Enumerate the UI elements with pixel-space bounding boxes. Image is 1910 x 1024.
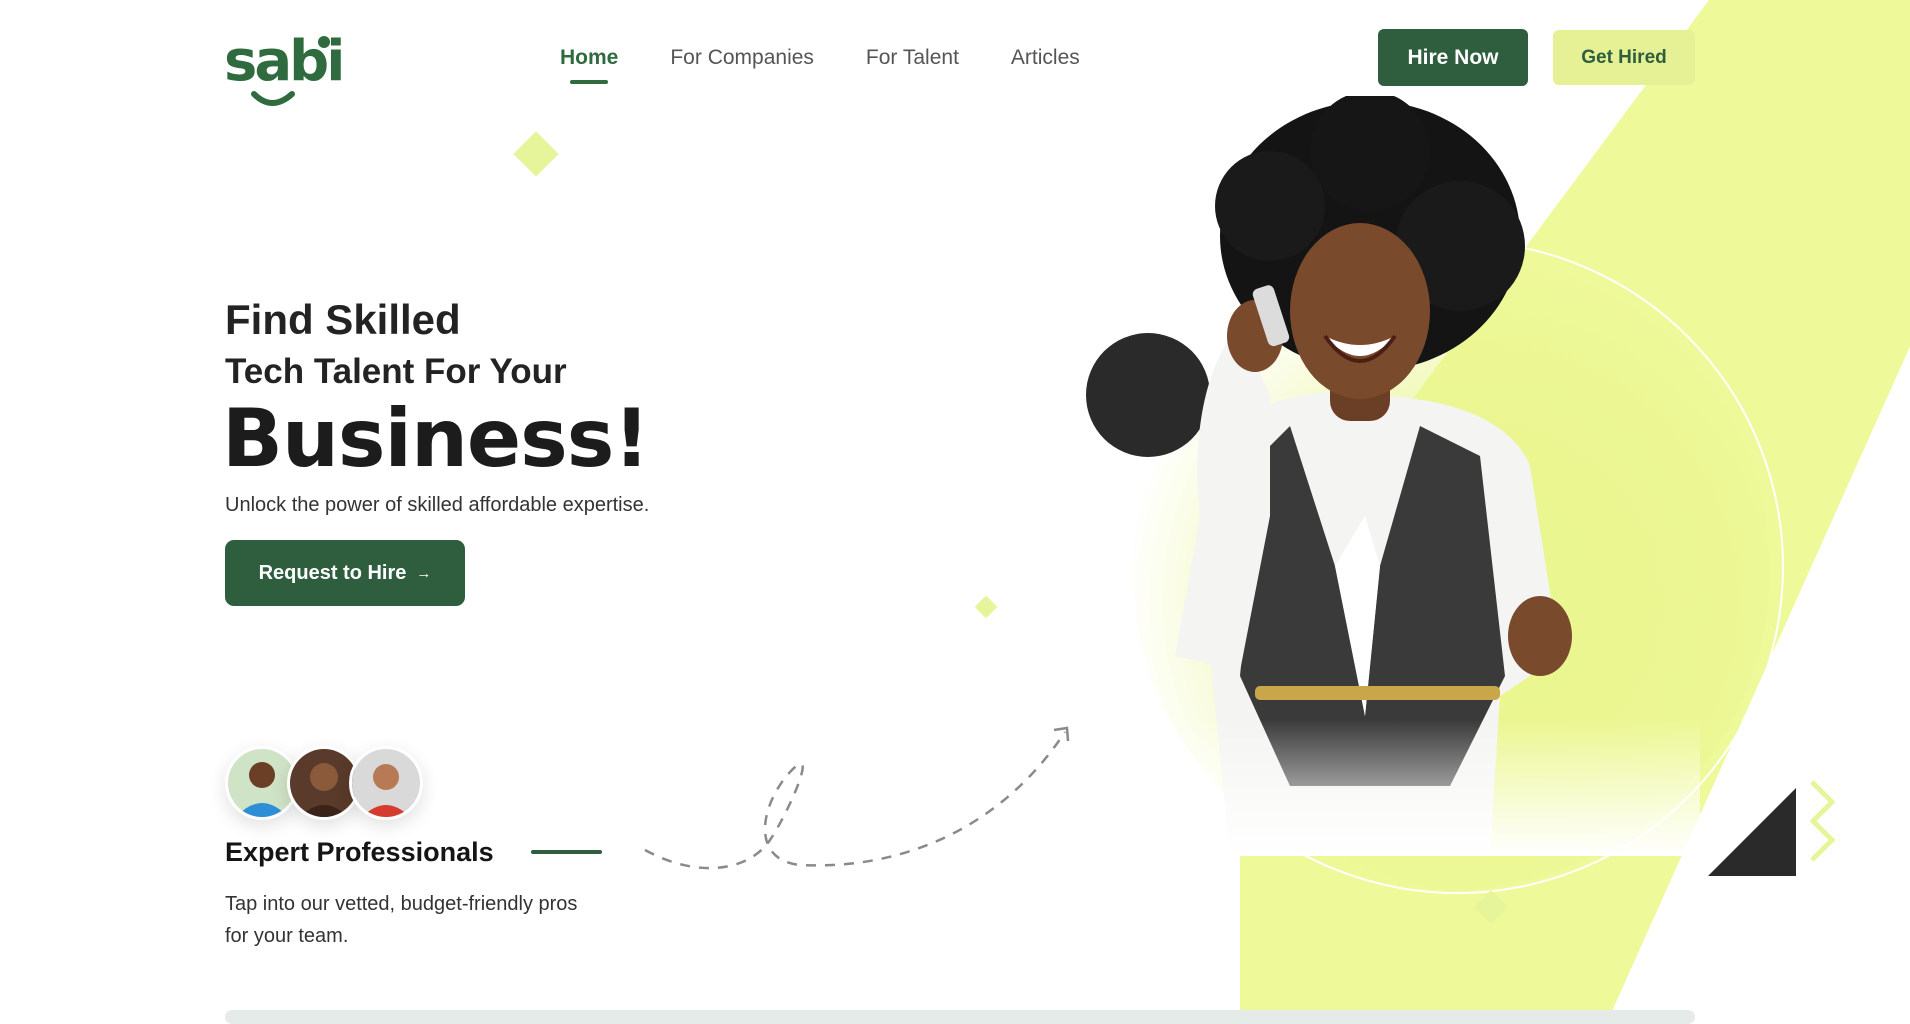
dark-triangle-decoration [1708, 788, 1796, 876]
expert-professionals-description: Tap into our vetted, budget-friendly pro… [225, 893, 578, 947]
arrow-right-icon: → [416, 564, 432, 582]
dashed-arrow-decoration [644, 726, 1070, 870]
logo-smile-icon [251, 36, 330, 106]
get-hired-button[interactable]: Get Hired [1553, 30, 1695, 85]
chevron-decoration-icon [1810, 780, 1836, 862]
request-to-hire-label: Request to Hire [258, 561, 407, 584]
main-nav: Home For Companies For Talent Articles [560, 46, 1080, 84]
avatar [349, 746, 423, 820]
hero-person-image [1120, 96, 1700, 856]
section-preview-bar [225, 1010, 1695, 1024]
hero-subtitle: Unlock the power of skilled affordable e… [225, 494, 650, 516]
expert-professionals-title: Expert Professionals [225, 837, 494, 867]
nav-for-talent[interactable]: For Talent [866, 46, 959, 84]
nav-for-companies[interactable]: For Companies [670, 46, 814, 84]
request-to-hire-button[interactable]: Request to Hire → [225, 540, 465, 606]
hero-heading-line1: Find Skilled [225, 296, 461, 343]
hire-now-button[interactable]: Hire Now [1378, 29, 1528, 86]
nav-articles[interactable]: Articles [1011, 46, 1080, 84]
nav-home[interactable]: Home [560, 46, 618, 84]
title-underline-divider [531, 850, 602, 854]
hero-heading-line2: Tech Talent For Your [225, 352, 567, 391]
diamond-decoration [513, 131, 559, 177]
avatar-group [225, 746, 425, 820]
diamond-decoration [974, 595, 998, 619]
sabi-logo[interactable]: sabi [224, 30, 345, 114]
hero-heading-line3: Business! [222, 392, 650, 485]
